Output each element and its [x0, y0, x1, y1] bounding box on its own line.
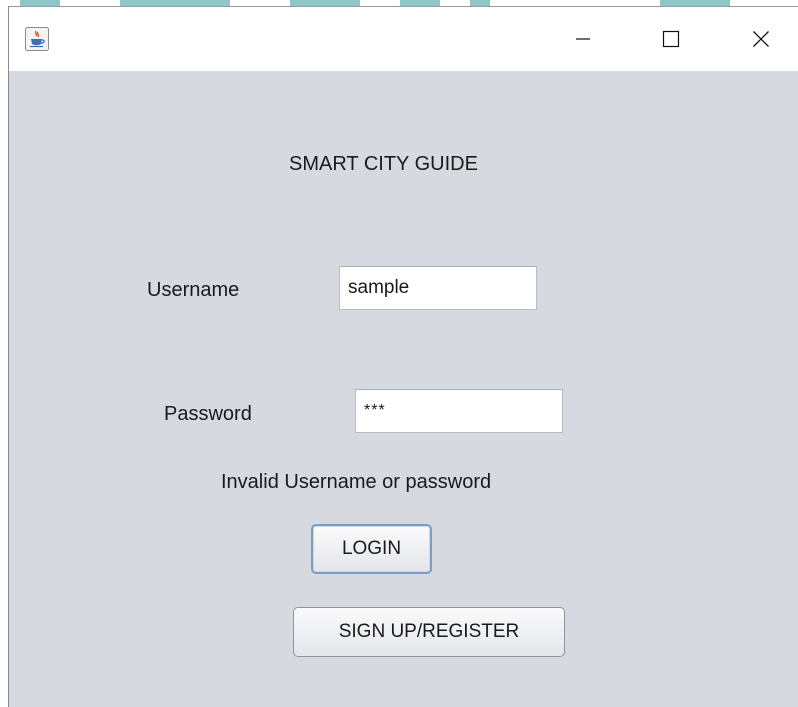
minimize-button[interactable]: [554, 7, 612, 71]
login-window: SMART CITY GUIDE Username Password Inval…: [8, 6, 798, 707]
username-field[interactable]: [339, 266, 537, 310]
title-bar[interactable]: [9, 7, 798, 71]
maximize-icon: [662, 30, 680, 48]
password-field[interactable]: [355, 389, 563, 433]
app-title: SMART CITY GUIDE: [289, 153, 478, 175]
login-panel: SMART CITY GUIDE Username Password Inval…: [9, 71, 798, 707]
username-label: Username: [147, 279, 240, 301]
password-label: Password: [164, 403, 252, 425]
login-button[interactable]: LOGIN: [311, 524, 432, 574]
minimize-icon: [576, 38, 590, 40]
signup-register-button[interactable]: SIGN UP/REGISTER: [293, 607, 565, 657]
error-message: Invalid Username or password: [221, 471, 492, 493]
close-button[interactable]: [732, 7, 790, 71]
close-icon: [753, 31, 769, 47]
java-cup-icon[interactable]: [25, 27, 49, 51]
maximize-button[interactable]: [642, 7, 700, 71]
